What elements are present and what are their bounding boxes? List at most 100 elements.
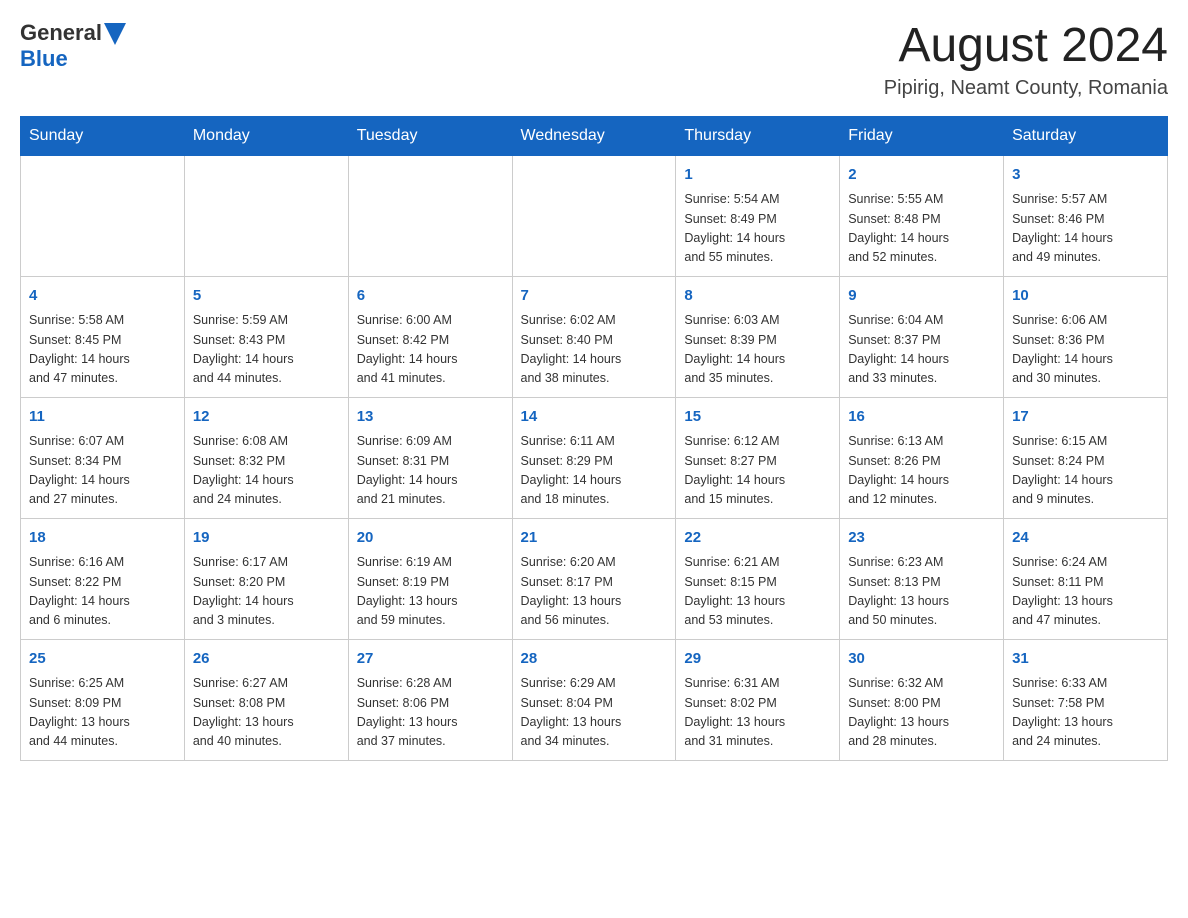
day-number: 23	[848, 527, 995, 550]
day-info: Sunrise: 6:33 AM Sunset: 7:58 PM Dayligh…	[1012, 674, 1159, 752]
day-number: 22	[684, 527, 831, 550]
location-title: Pipirig, Neamt County, Romania	[884, 77, 1168, 100]
day-info: Sunrise: 6:31 AM Sunset: 8:02 PM Dayligh…	[684, 674, 831, 752]
day-info: Sunrise: 6:03 AM Sunset: 8:39 PM Dayligh…	[684, 311, 831, 389]
calendar-week-row: 18 Sunrise: 6:16 AM Sunset: 8:22 PM Dayli…	[21, 518, 1168, 639]
day-number: 13	[357, 406, 504, 429]
day-info: Sunrise: 6:07 AM Sunset: 8:34 PM Dayligh…	[29, 432, 176, 510]
day-number: 21	[521, 527, 668, 550]
col-thursday: Thursday	[676, 116, 840, 155]
day-number: 12	[193, 406, 340, 429]
table-row: 27 Sunrise: 6:28 AM Sunset: 8:06 PM Dayli…	[348, 639, 512, 760]
table-row: 25Sunrise: 6:25 AM Sunset: 8:09 PM Dayli…	[21, 639, 185, 760]
table-row: 1 Sunrise: 5:54 AM Sunset: 8:49 PM Daylig…	[676, 155, 840, 276]
table-row: 16 Sunrise: 6:13 AM Sunset: 8:26 PM Dayli…	[840, 397, 1004, 518]
table-row	[348, 155, 512, 276]
table-row	[512, 155, 676, 276]
day-info: Sunrise: 5:57 AM Sunset: 8:46 PM Dayligh…	[1012, 190, 1159, 268]
col-tuesday: Tuesday	[348, 116, 512, 155]
day-info: Sunrise: 6:32 AM Sunset: 8:00 PM Dayligh…	[848, 674, 995, 752]
calendar-week-row: 4Sunrise: 5:58 AM Sunset: 8:45 PM Daylig…	[21, 276, 1168, 397]
table-row: 7 Sunrise: 6:02 AM Sunset: 8:40 PM Daylig…	[512, 276, 676, 397]
day-number: 20	[357, 527, 504, 550]
table-row: 15 Sunrise: 6:12 AM Sunset: 8:27 PM Dayli…	[676, 397, 840, 518]
day-info: Sunrise: 6:17 AM Sunset: 8:20 PM Dayligh…	[193, 553, 340, 631]
day-info: Sunrise: 6:19 AM Sunset: 8:19 PM Dayligh…	[357, 553, 504, 631]
table-row: 18 Sunrise: 6:16 AM Sunset: 8:22 PM Dayli…	[21, 518, 185, 639]
table-row: 24Sunrise: 6:24 AM Sunset: 8:11 PM Dayli…	[1004, 518, 1168, 639]
day-number: 29	[684, 648, 831, 671]
col-monday: Monday	[184, 116, 348, 155]
table-row: 21 Sunrise: 6:20 AM Sunset: 8:17 PM Dayli…	[512, 518, 676, 639]
table-row: 5 Sunrise: 5:59 AM Sunset: 8:43 PM Daylig…	[184, 276, 348, 397]
table-row: 11 Sunrise: 6:07 AM Sunset: 8:34 PM Dayli…	[21, 397, 185, 518]
day-number: 5	[193, 285, 340, 308]
day-info: Sunrise: 6:28 AM Sunset: 8:06 PM Dayligh…	[357, 674, 504, 752]
calendar-week-row: 1 Sunrise: 5:54 AM Sunset: 8:49 PM Daylig…	[21, 155, 1168, 276]
day-number: 10	[1012, 285, 1159, 308]
day-info: Sunrise: 6:04 AM Sunset: 8:37 PM Dayligh…	[848, 311, 995, 389]
day-number: 14	[521, 406, 668, 429]
table-row: 8 Sunrise: 6:03 AM Sunset: 8:39 PM Daylig…	[676, 276, 840, 397]
day-number: 9	[848, 285, 995, 308]
day-info: Sunrise: 6:20 AM Sunset: 8:17 PM Dayligh…	[521, 553, 668, 631]
table-row: 23 Sunrise: 6:23 AM Sunset: 8:13 PM Dayli…	[840, 518, 1004, 639]
title-section: August 2024 Pipirig, Neamt County, Roman…	[884, 20, 1168, 100]
day-info: Sunrise: 6:13 AM Sunset: 8:26 PM Dayligh…	[848, 432, 995, 510]
day-info: Sunrise: 6:06 AM Sunset: 8:36 PM Dayligh…	[1012, 311, 1159, 389]
table-row: 10 Sunrise: 6:06 AM Sunset: 8:36 PM Dayli…	[1004, 276, 1168, 397]
logo-general-text: General	[20, 20, 102, 46]
day-info: Sunrise: 6:27 AM Sunset: 8:08 PM Dayligh…	[193, 674, 340, 752]
day-number: 4	[29, 285, 176, 308]
table-row: 19 Sunrise: 6:17 AM Sunset: 8:20 PM Dayli…	[184, 518, 348, 639]
table-row: 17 Sunrise: 6:15 AM Sunset: 8:24 PM Dayli…	[1004, 397, 1168, 518]
table-row: 28Sunrise: 6:29 AM Sunset: 8:04 PM Dayli…	[512, 639, 676, 760]
day-number: 27	[357, 648, 504, 671]
day-info: Sunrise: 5:59 AM Sunset: 8:43 PM Dayligh…	[193, 311, 340, 389]
table-row: 3 Sunrise: 5:57 AM Sunset: 8:46 PM Daylig…	[1004, 155, 1168, 276]
day-info: Sunrise: 5:54 AM Sunset: 8:49 PM Dayligh…	[684, 190, 831, 268]
col-wednesday: Wednesday	[512, 116, 676, 155]
day-number: 18	[29, 527, 176, 550]
calendar-header-row: Sunday Monday Tuesday Wednesday Thursday…	[21, 116, 1168, 155]
table-row: 29 Sunrise: 6:31 AM Sunset: 8:02 PM Dayli…	[676, 639, 840, 760]
day-number: 19	[193, 527, 340, 550]
logo-triangle-icon	[104, 23, 126, 45]
day-number: 17	[1012, 406, 1159, 429]
day-number: 11	[29, 406, 176, 429]
day-info: Sunrise: 6:21 AM Sunset: 8:15 PM Dayligh…	[684, 553, 831, 631]
logo: General Blue	[20, 20, 126, 72]
table-row: 22 Sunrise: 6:21 AM Sunset: 8:15 PM Dayli…	[676, 518, 840, 639]
table-row	[184, 155, 348, 276]
day-info: Sunrise: 6:02 AM Sunset: 8:40 PM Dayligh…	[521, 311, 668, 389]
table-row: 26 Sunrise: 6:27 AM Sunset: 8:08 PM Dayli…	[184, 639, 348, 760]
day-info: Sunrise: 6:23 AM Sunset: 8:13 PM Dayligh…	[848, 553, 995, 631]
table-row: 14 Sunrise: 6:11 AM Sunset: 8:29 PM Dayli…	[512, 397, 676, 518]
day-number: 26	[193, 648, 340, 671]
month-title: August 2024	[884, 20, 1168, 73]
day-number: 16	[848, 406, 995, 429]
table-row: 20 Sunrise: 6:19 AM Sunset: 8:19 PM Dayli…	[348, 518, 512, 639]
day-number: 3	[1012, 164, 1159, 187]
day-number: 8	[684, 285, 831, 308]
table-row: 31 Sunrise: 6:33 AM Sunset: 7:58 PM Dayli…	[1004, 639, 1168, 760]
day-info: Sunrise: 6:15 AM Sunset: 8:24 PM Dayligh…	[1012, 432, 1159, 510]
table-row: 4Sunrise: 5:58 AM Sunset: 8:45 PM Daylig…	[21, 276, 185, 397]
day-info: Sunrise: 6:11 AM Sunset: 8:29 PM Dayligh…	[521, 432, 668, 510]
day-number: 7	[521, 285, 668, 308]
page-header: General Blue August 2024 Pipirig, Neamt …	[20, 20, 1168, 100]
table-row: 12Sunrise: 6:08 AM Sunset: 8:32 PM Dayli…	[184, 397, 348, 518]
day-info: Sunrise: 6:00 AM Sunset: 8:42 PM Dayligh…	[357, 311, 504, 389]
day-number: 15	[684, 406, 831, 429]
day-number: 30	[848, 648, 995, 671]
day-info: Sunrise: 6:12 AM Sunset: 8:27 PM Dayligh…	[684, 432, 831, 510]
table-row: 6Sunrise: 6:00 AM Sunset: 8:42 PM Daylig…	[348, 276, 512, 397]
calendar-week-row: 11 Sunrise: 6:07 AM Sunset: 8:34 PM Dayli…	[21, 397, 1168, 518]
col-saturday: Saturday	[1004, 116, 1168, 155]
day-number: 1	[684, 164, 831, 187]
day-info: Sunrise: 6:16 AM Sunset: 8:22 PM Dayligh…	[29, 553, 176, 631]
table-row: 30 Sunrise: 6:32 AM Sunset: 8:00 PM Dayli…	[840, 639, 1004, 760]
day-number: 31	[1012, 648, 1159, 671]
col-sunday: Sunday	[21, 116, 185, 155]
table-row	[21, 155, 185, 276]
